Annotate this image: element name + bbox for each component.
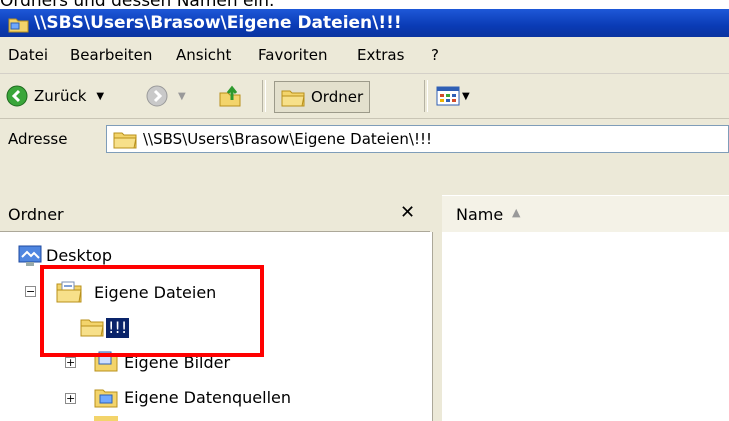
file-list[interactable]	[442, 232, 729, 421]
folders-pane-header: Ordner ✕	[0, 195, 430, 232]
folder-icon	[113, 129, 137, 149]
menu-favoriten[interactable]: Favoriten	[258, 46, 327, 64]
close-icon[interactable]: ✕	[400, 202, 415, 223]
back-label: Zurück	[34, 87, 87, 105]
tree-label-eigene-datenquellen: Eigene Datenquellen	[124, 388, 292, 407]
address-bar: Adresse \\SBS\Users\Brasow\Eigene Dateie…	[0, 119, 729, 160]
folders-label: Ordner	[311, 88, 364, 106]
forward-button[interactable]: ▼	[146, 82, 186, 110]
expand-toggle[interactable]: +	[65, 357, 76, 368]
window-title: \\SBS\Users\Brasow\Eigene Dateien\!!!	[34, 13, 402, 33]
up-folder-icon	[218, 84, 242, 108]
desktop-icon	[18, 245, 42, 267]
menu-datei[interactable]: Datei	[8, 46, 48, 64]
collapse-toggle[interactable]: −	[25, 286, 36, 297]
sort-ascending-icon: ▲	[512, 206, 521, 219]
menu-bar: Datei Bearbeiten Ansicht Favoriten Extra…	[0, 37, 729, 74]
menu-extras[interactable]: Extras	[357, 46, 404, 64]
toolbar-gap	[0, 159, 729, 195]
partial-folder-icon	[94, 416, 118, 421]
back-button[interactable]: Zurück ▼	[6, 82, 104, 110]
views-button[interactable]: ▼	[436, 82, 470, 110]
chevron-down-icon[interactable]: ▼	[178, 91, 186, 102]
highlight-box	[40, 265, 264, 357]
chevron-down-icon[interactable]: ▼	[96, 91, 104, 102]
address-input[interactable]: \\SBS\Users\Brasow\Eigene Dateien\!!!	[106, 125, 729, 153]
menu-help[interactable]: ?	[431, 46, 439, 64]
chevron-down-icon[interactable]: ▼	[462, 91, 470, 102]
standard-toolbar: Zurück ▼ ▼ Ordner ▼	[0, 74, 729, 119]
tree-label-desktop: Desktop	[46, 246, 112, 265]
address-label: Adresse	[8, 130, 68, 148]
folders-button[interactable]: Ordner	[274, 81, 371, 113]
title-bar: \\SBS\Users\Brasow\Eigene Dateien\!!!	[0, 9, 729, 37]
folder-icon	[281, 87, 305, 107]
folders-pane-title: Ordner	[8, 205, 64, 224]
back-arrow-icon	[6, 85, 28, 107]
address-value: \\SBS\Users\Brasow\Eigene Dateien\!!!	[143, 130, 432, 148]
menu-ansicht[interactable]: Ansicht	[176, 46, 231, 64]
forward-arrow-icon	[146, 85, 168, 107]
up-folder-button[interactable]	[218, 82, 242, 110]
folder-window-icon	[8, 14, 30, 33]
expand-toggle[interactable]: +	[65, 393, 76, 404]
views-grid-icon	[436, 86, 460, 106]
column-header-name[interactable]: Name ▲	[442, 196, 729, 233]
toolbar-separator	[424, 80, 428, 112]
toolbar-separator	[262, 80, 266, 112]
data-sources-icon	[94, 386, 118, 408]
menu-bearbeiten[interactable]: Bearbeiten	[70, 46, 152, 64]
name-column-label: Name	[456, 205, 504, 224]
